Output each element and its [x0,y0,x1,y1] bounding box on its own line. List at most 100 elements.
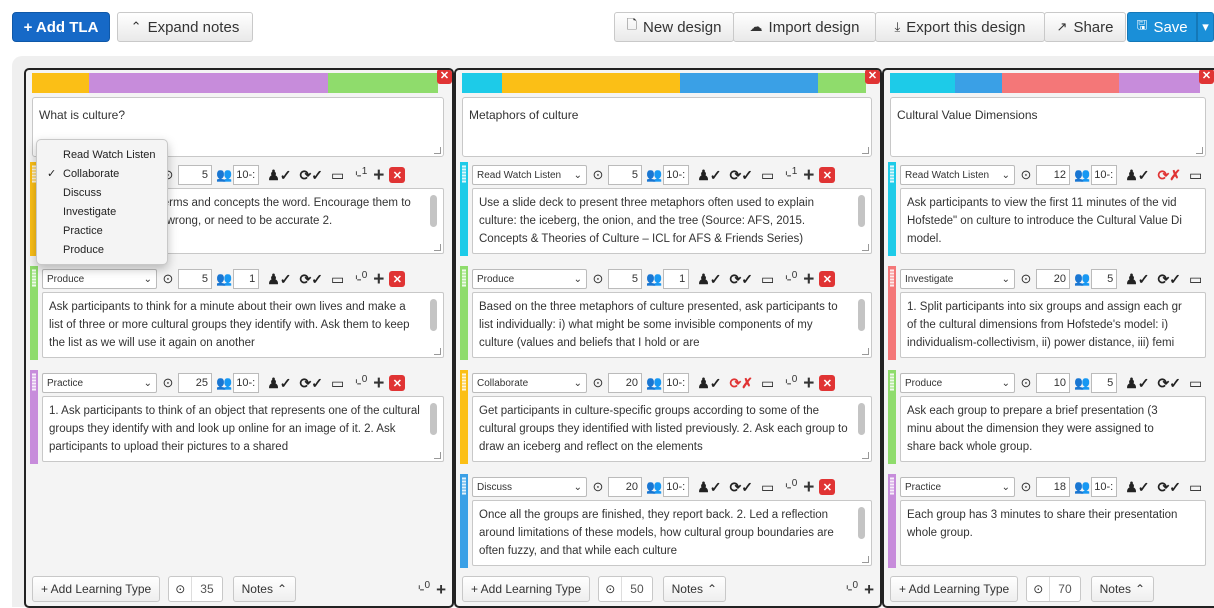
design-title-field[interactable]: Cultural Value Dimensions [890,97,1206,157]
calendar-icon[interactable]: ▭ [761,479,774,496]
tla-description[interactable]: Each group has 3 minutes to share their … [900,500,1206,566]
resize-handle[interactable] [862,147,869,154]
assessment-icon[interactable]: ⟳✗ [729,375,752,392]
paperclip-icon[interactable]: ⌎0 [781,478,797,495]
teacher-check-icon[interactable]: ♟✓ [1125,479,1149,496]
learning-type-select[interactable]: Produce ⌄ [900,373,1015,393]
assessment-icon[interactable]: ⟳✓ [299,271,322,288]
calendar-icon[interactable]: ▭ [1189,271,1202,288]
group-size-input[interactable]: 10-: [1091,165,1118,185]
scrollbar-thumb[interactable] [430,195,437,227]
assessment-icon[interactable]: ⟳✓ [729,271,752,288]
save-button[interactable]: 🖫 Save [1127,12,1197,42]
paperclip-icon[interactable]: ⌎0 [351,374,367,391]
learning-type-select[interactable]: Read Watch Listen ⌄ [900,165,1015,185]
calendar-icon[interactable]: ▭ [761,375,774,392]
calendar-icon[interactable]: ▭ [331,271,344,288]
drag-handle[interactable] [888,266,896,360]
tla-description[interactable]: 1. Ask participants to think of an objec… [42,396,444,462]
notes-toggle-button[interactable]: Notes ⌃ [662,576,727,602]
tla-description[interactable]: Ask participants to think for a minute a… [42,292,444,358]
assessment-icon[interactable]: ⟳✓ [299,167,322,184]
add-icon[interactable]: + [373,166,384,185]
add-icon[interactable]: + [436,581,446,598]
teacher-check-icon[interactable]: ♟✓ [1125,375,1149,392]
duration-input[interactable]: 5 [178,269,212,289]
learning-type-select[interactable]: Discuss ⌄ [472,477,587,497]
add-icon[interactable]: + [803,270,814,289]
expand-notes-button[interactable]: ⌃ Expand notes [117,12,253,42]
drag-handle[interactable] [888,370,896,464]
group-size-input[interactable]: 10-: [663,373,690,393]
menu-item[interactable]: ✓ Collaborate [37,164,167,183]
scrollbar-thumb[interactable] [858,403,865,435]
tla-description[interactable]: Ask each group to prepare a brief presen… [900,396,1206,462]
delete-tla-icon[interactable]: ✕ [389,167,406,183]
delete-tla-icon[interactable]: ✕ [389,375,406,391]
paperclip-icon[interactable]: ⌎0 [414,580,430,597]
delete-tla-icon[interactable]: ✕ [819,167,836,183]
teacher-check-icon[interactable]: ♟✓ [1125,271,1149,288]
tla-description[interactable]: Get participants in culture-specific gro… [472,396,872,462]
assessment-icon[interactable]: ⟳✓ [729,167,752,184]
add-icon[interactable]: + [803,166,814,185]
teacher-check-icon[interactable]: ♟✓ [267,271,291,288]
teacher-check-icon[interactable]: ♟✓ [697,479,721,496]
paperclip-icon[interactable]: ⌎0 [781,374,797,391]
calendar-icon[interactable]: ▭ [1189,167,1202,184]
add-icon[interactable]: + [864,581,874,598]
tla-description[interactable]: 1. Split participants into six groups an… [900,292,1206,358]
share-button[interactable]: ↗ Share [1044,12,1126,42]
calendar-icon[interactable]: ▭ [761,167,774,184]
save-options-button[interactable]: ▾ [1197,12,1214,42]
paperclip-icon[interactable]: ⌎0 [781,270,797,287]
drag-handle[interactable] [460,370,468,464]
teacher-check-icon[interactable]: ♟✓ [267,375,291,392]
calendar-icon[interactable]: ▭ [761,271,774,288]
scrollbar-thumb[interactable] [430,403,437,435]
teacher-check-icon[interactable]: ♟✓ [697,167,721,184]
tla-description[interactable]: Use a slide deck to present three metaph… [472,188,872,254]
resize-handle[interactable] [434,244,441,251]
group-size-input[interactable]: 10-: [663,477,690,497]
duration-input[interactable]: 20 [608,373,642,393]
learning-type-select[interactable]: Investigate ⌄ [900,269,1015,289]
paperclip-icon[interactable]: ⌎1 [351,166,367,183]
notes-toggle-button[interactable]: Notes ⌃ [232,576,297,602]
add-learning-type-button[interactable]: + Add Learning Type [462,576,591,602]
assessment-icon[interactable]: ⟳✗ [1157,167,1180,184]
tla-description[interactable]: Once all the groups are finished, they r… [472,500,872,566]
learning-type-select[interactable]: Produce ⌄ [472,269,587,289]
duration-input[interactable]: 20 [1036,269,1070,289]
calendar-icon[interactable]: ▭ [1189,375,1202,392]
close-design-icon[interactable]: ✕ [865,70,880,84]
scrollbar-thumb[interactable] [858,299,865,331]
group-size-input[interactable]: 5 [1091,373,1118,393]
duration-input[interactable]: 5 [608,165,642,185]
teacher-check-icon[interactable]: ♟✓ [697,271,721,288]
learning-type-select[interactable]: Practice ⌄ [900,477,1015,497]
assessment-icon[interactable]: ⟳✓ [1157,271,1180,288]
drag-handle[interactable] [888,162,896,256]
assessment-icon[interactable]: ⟳✓ [1157,479,1180,496]
resize-handle[interactable] [862,348,869,355]
duration-input[interactable]: 5 [178,165,212,185]
duration-input[interactable]: 12 [1036,165,1070,185]
group-size-input[interactable]: 1 [663,269,690,289]
resize-handle[interactable] [862,244,869,251]
delete-tla-icon[interactable]: ✕ [389,271,406,287]
learning-type-select[interactable]: Collaborate ⌄ [472,373,587,393]
menu-item[interactable]: Practice [37,221,167,240]
calendar-icon[interactable]: ▭ [331,167,344,184]
calendar-icon[interactable]: ▭ [1189,479,1202,496]
drag-handle[interactable] [30,370,38,464]
duration-input[interactable]: 18 [1036,477,1070,497]
group-size-input[interactable]: 5 [1091,269,1118,289]
learning-type-select[interactable]: Practice ⌄ [42,373,157,393]
add-learning-type-button[interactable]: + Add Learning Type [890,576,1019,602]
drag-handle[interactable] [460,162,468,256]
drag-handle[interactable] [888,474,896,568]
learning-type-select[interactable]: Produce ⌄ [42,269,157,289]
tla-description[interactable]: Ask participants to view the first 11 mi… [900,188,1206,254]
export-design-button[interactable]: ⤓ Export this design [875,12,1045,42]
